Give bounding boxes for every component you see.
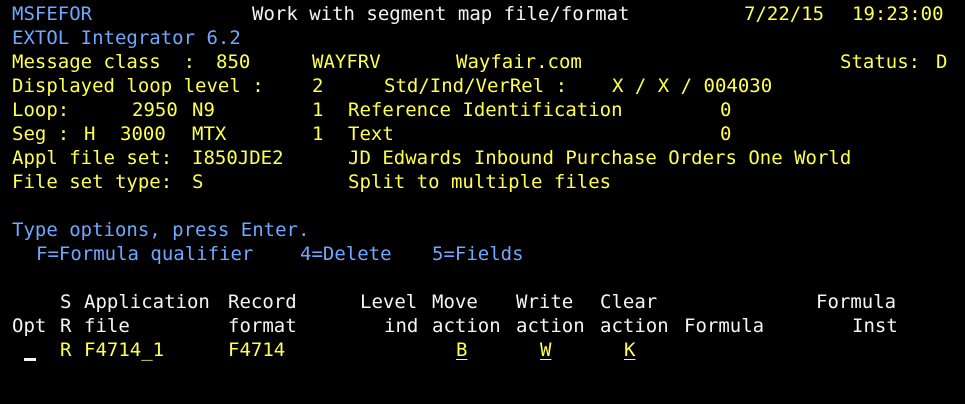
loop-label: Loop: bbox=[12, 99, 70, 121]
row-application-file: F4714_1 bbox=[84, 339, 165, 361]
col-header-formula: Formula bbox=[684, 315, 765, 337]
col-header-clear-action: action bbox=[600, 315, 669, 337]
option-delete: 4=Delete bbox=[300, 243, 392, 265]
std-label: Std/Ind/VerRel : bbox=[384, 75, 568, 97]
seg-area: H bbox=[84, 123, 96, 145]
col-header-formula-inst-top: Formula bbox=[816, 291, 897, 313]
col-header-format: format bbox=[228, 315, 297, 337]
appl-file-set-label: Appl file set: bbox=[12, 147, 173, 169]
message-class-label: Message class : bbox=[12, 51, 196, 73]
status-label: Status: bbox=[840, 51, 921, 73]
program-name: MSFEFOR bbox=[12, 3, 93, 25]
loop-count: 1 bbox=[312, 99, 324, 121]
instructions-text: Type options, press Enter. bbox=[12, 219, 310, 241]
loop-extra: 0 bbox=[720, 99, 732, 121]
col-header-application: Application bbox=[84, 291, 210, 313]
option-formula-qualifier: F=Formula qualifier bbox=[36, 243, 254, 265]
loop-level-value: 2 bbox=[312, 75, 324, 97]
status-value: D bbox=[936, 51, 948, 73]
seg-number: 3000 bbox=[120, 123, 166, 145]
partner-name: Wayfair.com bbox=[456, 51, 582, 73]
col-header-r: R bbox=[60, 315, 72, 337]
seg-id: MTX bbox=[192, 123, 227, 145]
col-header-record: Record bbox=[228, 291, 297, 313]
col-header-s: S bbox=[60, 291, 72, 313]
col-header-write: Write bbox=[516, 291, 574, 313]
product-name: EXTOL Integrator 6.2 bbox=[12, 27, 241, 49]
appl-file-set-description: JD Edwards Inbound Purchase Orders One W… bbox=[348, 147, 852, 169]
std-value: X / X / 004030 bbox=[612, 75, 773, 97]
col-header-file: file bbox=[84, 315, 130, 337]
col-header-write-action: action bbox=[516, 315, 585, 337]
col-header-move-action: action bbox=[432, 315, 501, 337]
file-set-type-label: File set type: bbox=[12, 171, 173, 193]
loop-number: 2950 bbox=[132, 99, 178, 121]
col-header-opt: Opt bbox=[12, 315, 47, 337]
seg-count: 1 bbox=[312, 123, 324, 145]
seg-label: Seg : bbox=[12, 123, 70, 145]
loop-description: Reference Identification bbox=[348, 99, 623, 121]
file-set-type-description: Split to multiple files bbox=[348, 171, 612, 193]
appl-file-set-value: I850JDE2 bbox=[192, 147, 284, 169]
message-class-value: 850 bbox=[216, 51, 251, 73]
file-set-type-value: S bbox=[192, 171, 204, 193]
row-sr: R bbox=[60, 339, 72, 361]
row-record-format: F4714 bbox=[228, 339, 286, 361]
col-header-clear: Clear bbox=[600, 291, 658, 313]
col-header-inst: Inst bbox=[852, 315, 898, 337]
row-clear-action-field[interactable]: K bbox=[624, 338, 635, 362]
screen-title: Work with segment map file/format bbox=[252, 3, 630, 25]
option-fields: 5=Fields bbox=[432, 243, 524, 265]
partner-id: WAYFRV bbox=[312, 51, 381, 73]
system-date: 7/22/15 bbox=[744, 3, 825, 25]
col-header-move: Move bbox=[432, 291, 478, 313]
seg-description: Text bbox=[348, 123, 394, 145]
seg-extra: 0 bbox=[720, 123, 732, 145]
loop-id: N9 bbox=[192, 99, 215, 121]
option-input[interactable] bbox=[22, 338, 38, 361]
loop-level-label: Displayed loop level : bbox=[12, 75, 264, 97]
text-cursor bbox=[24, 358, 36, 361]
row-write-action-field[interactable]: W bbox=[540, 338, 551, 362]
col-header-ind: ind bbox=[384, 315, 419, 337]
col-header-level: Level bbox=[360, 291, 418, 313]
row-move-action-field[interactable]: B bbox=[456, 338, 467, 362]
system-time: 19:23:00 bbox=[852, 3, 944, 25]
